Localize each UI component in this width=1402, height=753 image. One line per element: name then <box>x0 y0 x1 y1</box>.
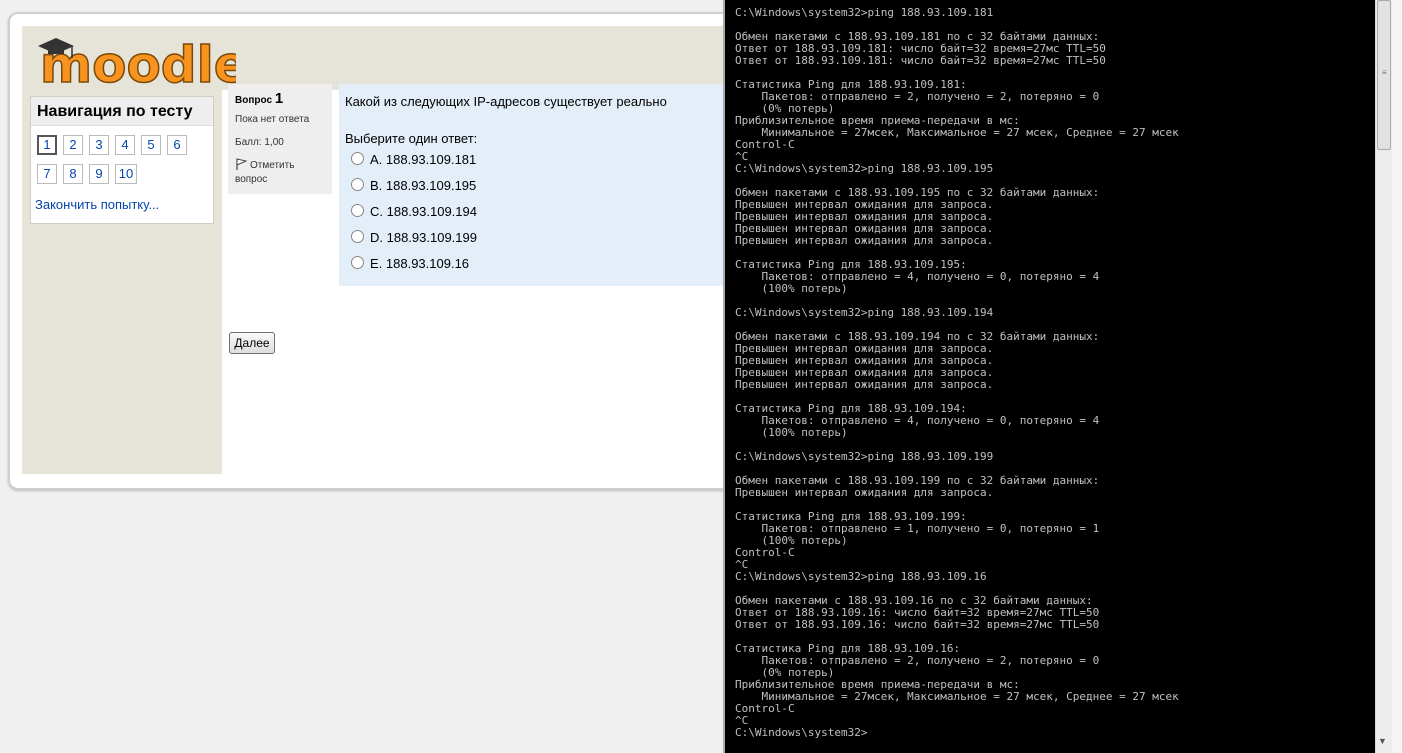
radio-e[interactable] <box>351 256 364 269</box>
radio-d[interactable] <box>351 230 364 243</box>
quiz-nav-question-9[interactable]: 9 <box>89 164 109 184</box>
grip-icon: ≡ <box>1382 68 1387 77</box>
answer-option-c[interactable]: C. 188.93.109.194 <box>351 204 477 224</box>
console-scrollbar[interactable]: ≡ ▼ <box>1375 0 1393 753</box>
window-edge <box>1392 0 1402 753</box>
answer-label-d: D. 188.93.109.199 <box>370 230 477 245</box>
question-info-box: Вопрос 1 Пока нет ответа Балл: 1,00 Отме… <box>228 84 332 194</box>
quiz-nav-question-5[interactable]: 5 <box>141 135 161 155</box>
quiz-nav-question-2[interactable]: 2 <box>63 135 83 155</box>
answer-label-b: B. 188.93.109.195 <box>370 178 477 193</box>
question-text: Какой из следующих IP-адресов существует… <box>345 94 667 109</box>
answer-prompt: Выберите один ответ: <box>345 131 478 146</box>
radio-c[interactable] <box>351 204 364 217</box>
question-number-value: 1 <box>274 90 284 107</box>
command-prompt-window[interactable]: C:\Windows\system32>ping 188.93.109.181 … <box>723 0 1402 753</box>
page-header: moodle <box>22 26 750 94</box>
console-scroll-thumb[interactable]: ≡ <box>1377 0 1391 150</box>
quiz-navigation-title: Навигация по тесту <box>31 97 213 126</box>
radio-a[interactable] <box>351 152 364 165</box>
quiz-nav-question-6[interactable]: 6 <box>167 135 187 155</box>
flag-icon <box>236 158 247 170</box>
quiz-nav-question-4[interactable]: 4 <box>115 135 135 155</box>
question-label: Вопрос <box>235 95 273 106</box>
answer-label-a: A. 188.93.109.181 <box>370 152 477 167</box>
console-output: C:\Windows\system32>ping 188.93.109.181 … <box>735 6 1179 739</box>
quiz-nav-question-7[interactable]: 7 <box>37 164 57 184</box>
quiz-nav-question-8[interactable]: 8 <box>63 164 83 184</box>
sidebar: Навигация по тесту 1 2 3 4 5 6 7 8 9 10 … <box>22 90 222 474</box>
quiz-navigation-block: Навигация по тесту 1 2 3 4 5 6 7 8 9 10 … <box>30 96 214 224</box>
scroll-down-arrow-icon[interactable]: ▼ <box>1378 736 1387 746</box>
radio-b[interactable] <box>351 178 364 191</box>
answer-label-e: E. 188.93.109.16 <box>370 256 470 271</box>
quiz-nav-question-3[interactable]: 3 <box>89 135 109 155</box>
answer-option-a[interactable]: A. 188.93.109.181 <box>351 152 476 172</box>
quiz-nav-question-1[interactable]: 1 <box>37 135 57 155</box>
question-grade: Балл: 1,00 <box>235 137 284 148</box>
quiz-nav-question-10[interactable]: 10 <box>115 164 137 184</box>
answer-label-c: C. 188.93.109.194 <box>370 204 477 219</box>
answer-option-e[interactable]: E. 188.93.109.16 <box>351 256 469 276</box>
next-button[interactable]: Далее <box>229 332 275 354</box>
answer-option-d[interactable]: D. 188.93.109.199 <box>351 230 477 250</box>
flag-question-toggle[interactable]: Отметить вопрос <box>235 158 325 187</box>
finish-attempt-link[interactable]: Закончить попытку... <box>35 197 159 212</box>
question-number: Вопрос 1 <box>235 90 283 107</box>
question-content: Какой из следующих IP-адресов существует… <box>339 84 739 286</box>
answer-option-b[interactable]: B. 188.93.109.195 <box>351 178 476 198</box>
question-state: Пока нет ответа <box>235 114 310 125</box>
moodle-logo[interactable]: moodle <box>36 32 236 94</box>
